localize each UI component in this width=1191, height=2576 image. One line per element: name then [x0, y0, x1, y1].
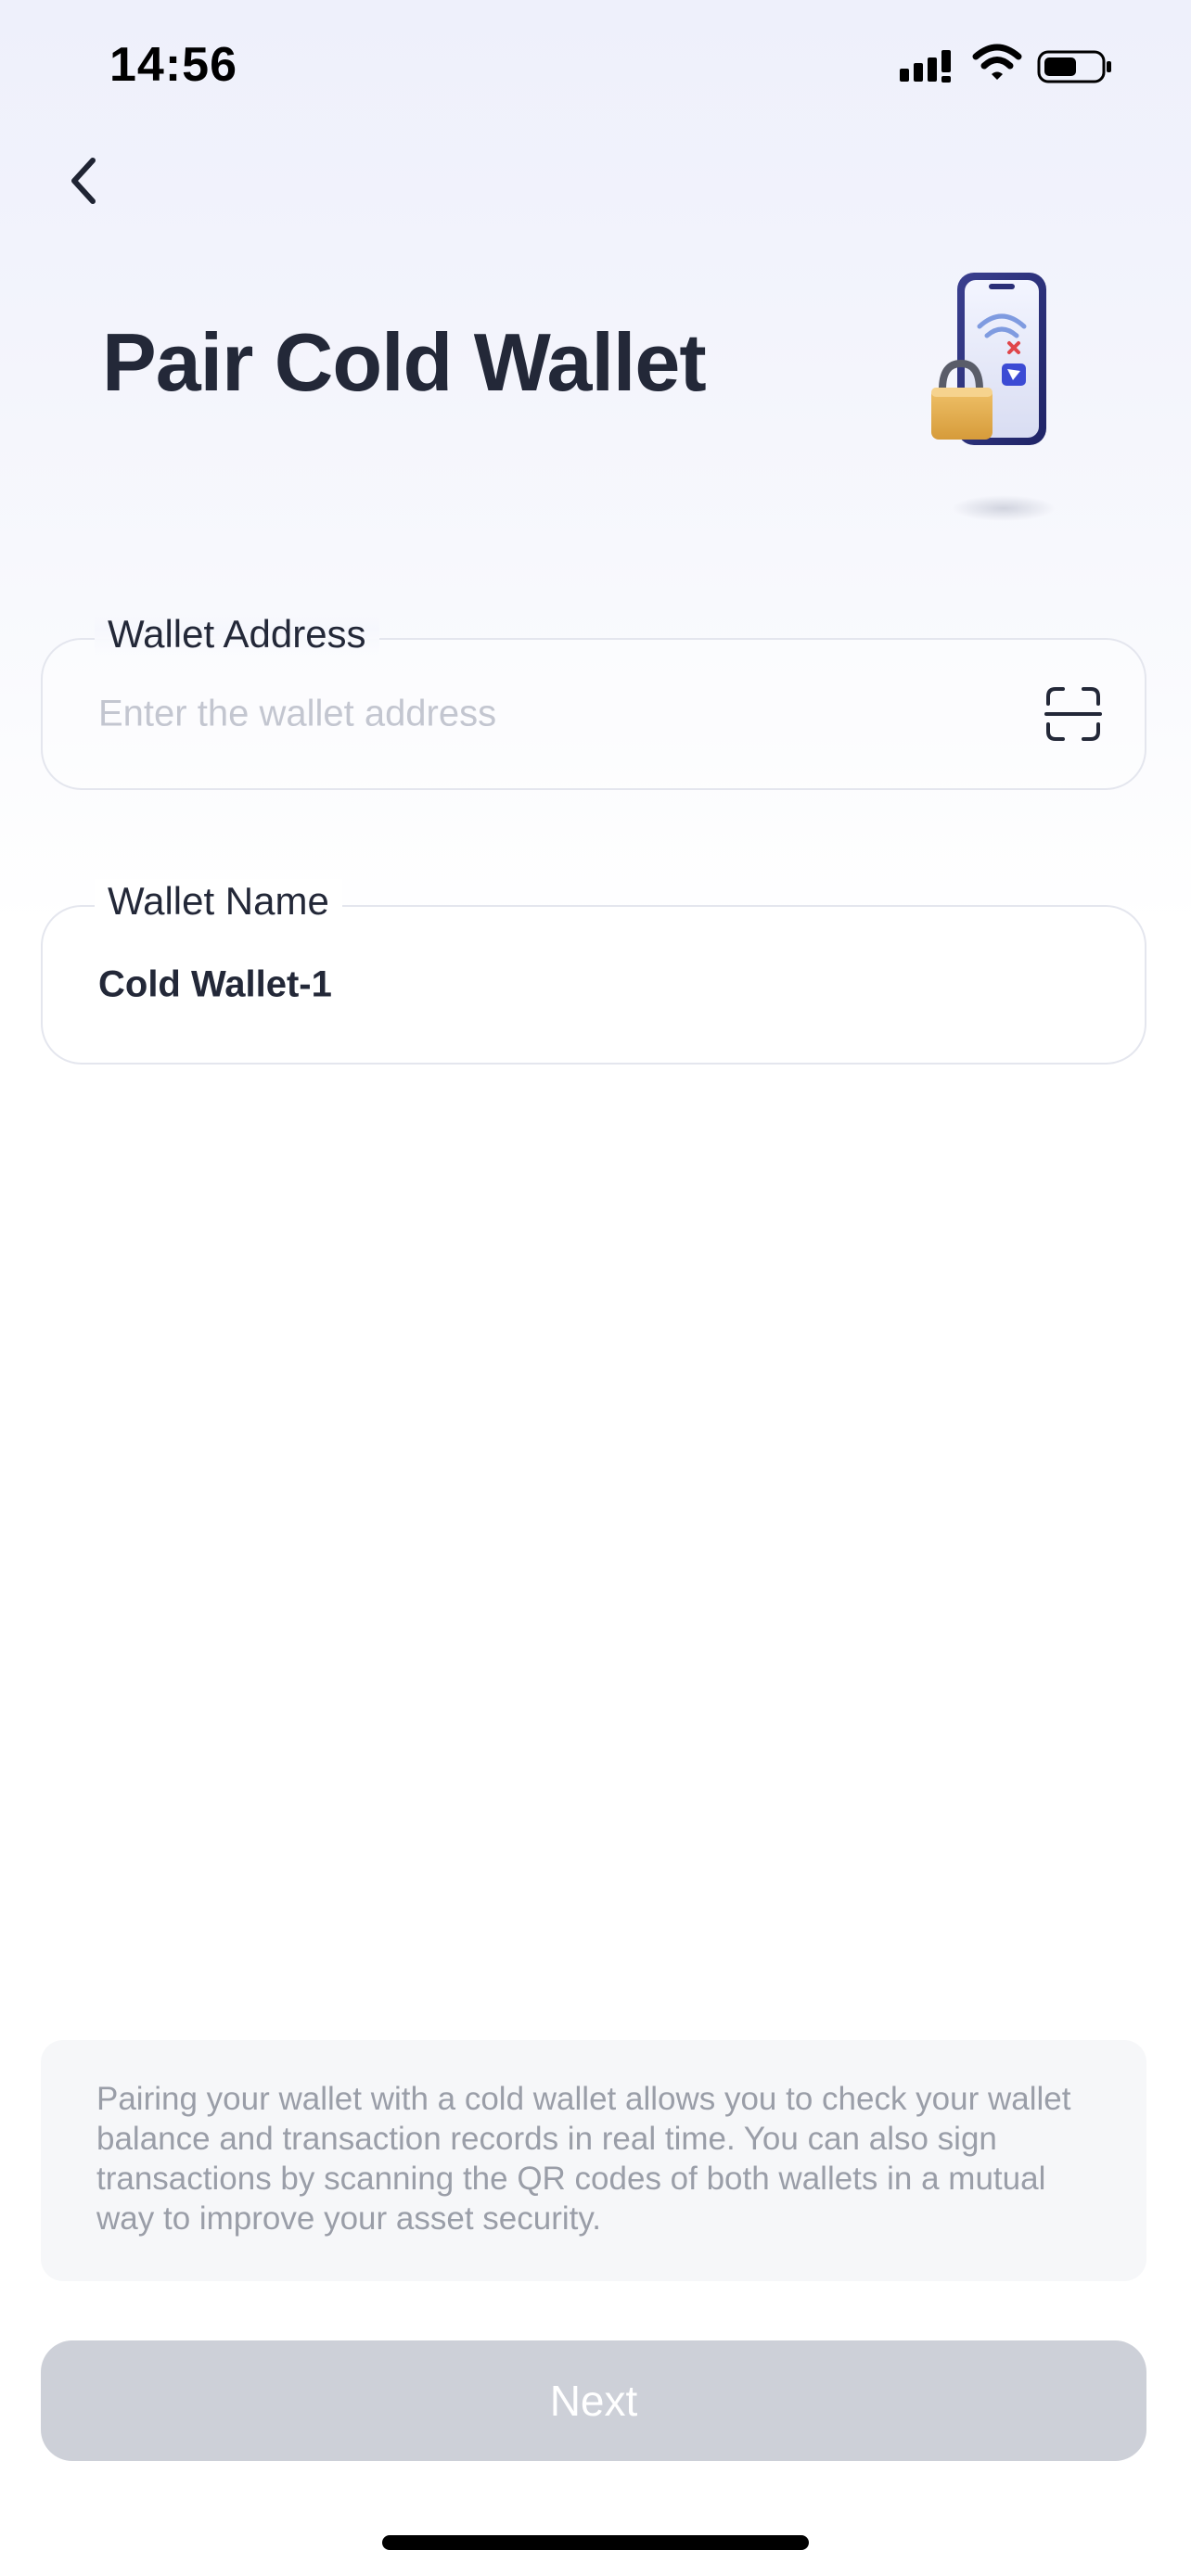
page-title: Pair Cold Wallet — [102, 316, 707, 408]
status-bar: 14:56 — [0, 0, 1191, 130]
phone-lock-illustration — [931, 273, 1056, 521]
wallet-name-value[interactable]: Cold Wallet-1 — [98, 964, 332, 1006]
back-button[interactable] — [56, 148, 111, 213]
next-button[interactable]: Next — [41, 2340, 1146, 2461]
scan-icon[interactable] — [1044, 685, 1102, 743]
chevron-left-icon — [71, 158, 96, 204]
wallet-address-label: Wallet Address — [95, 612, 379, 657]
cellular-signal-icon — [900, 50, 951, 83]
wallet-address-field: Wallet Address — [41, 612, 1146, 790]
wifi-icon — [972, 44, 1022, 80]
wallet-name-field[interactable]: Wallet Name Cold Wallet-1 — [41, 879, 1146, 1065]
battery-icon — [1037, 50, 1111, 83]
pairing-info-text: Pairing your wallet with a cold wallet a… — [96, 2081, 1071, 2237]
wallet-name-label: Wallet Name — [95, 879, 342, 924]
wallet-address-input[interactable] — [98, 693, 989, 735]
home-indicator — [382, 2535, 809, 2550]
pairing-info-box: Pairing your wallet with a cold wallet a… — [41, 2040, 1146, 2281]
status-time: 14:56 — [109, 38, 237, 92]
